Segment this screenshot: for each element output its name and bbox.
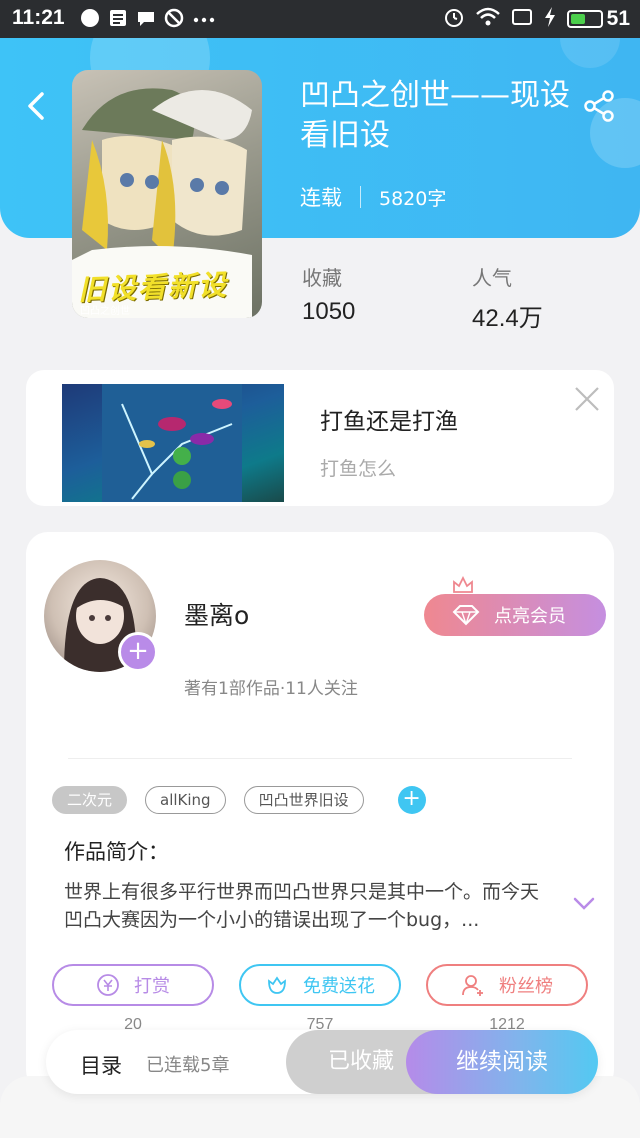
reward-label: 打赏	[134, 976, 170, 997]
screen-icon	[511, 6, 533, 32]
chat-bubble-icon	[80, 8, 100, 28]
divider	[68, 758, 572, 759]
ad-close-button[interactable]	[572, 384, 602, 414]
serial-chapters: 已连载5章	[146, 1055, 230, 1076]
tag-item[interactable]: allKing	[145, 786, 226, 814]
reward-button[interactable]: 打赏	[52, 964, 214, 1006]
status-bar: 11:21 51	[0, 0, 640, 38]
battery-indicator: 51	[566, 7, 630, 31]
send-flower-label: 免费送花	[303, 976, 375, 997]
word-count: 5820字	[379, 187, 447, 210]
intro-text[interactable]: 世界上有很多平行世界而凹凸世界只是其中一个。而今天凹凸大赛因为一个小小的错误出现…	[64, 878, 554, 934]
tag-list: 二次元 allKing 凹凸世界旧设 +	[52, 786, 426, 814]
crown-icon	[453, 576, 473, 593]
bottom-action-bar: 目录 已连载5章 已收藏 继续阅读	[46, 1030, 598, 1094]
ad-image	[62, 384, 284, 502]
cover-subcaption: 凹凸之创世	[80, 306, 130, 317]
ad-card[interactable]: 打鱼还是打渔 打鱼怎么	[26, 370, 614, 506]
status-time: 11:21	[12, 6, 65, 29]
chevron-down-icon[interactable]	[572, 896, 596, 912]
back-button[interactable]	[20, 88, 56, 124]
favorites-value: 1050	[302, 298, 356, 325]
fish-game-illustration	[102, 384, 242, 502]
ad-title: 打鱼还是打渔	[320, 409, 458, 435]
toc-button[interactable]: 目录	[80, 1050, 122, 1080]
follow-button[interactable]: +	[118, 632, 158, 672]
fans-icon	[462, 975, 483, 996]
tag-item[interactable]: 二次元	[52, 786, 128, 814]
share-button[interactable]	[582, 88, 618, 124]
vip-button-label: 点亮会员	[494, 606, 566, 627]
author-name[interactable]: 墨离o	[184, 596, 249, 632]
dnd-icon	[164, 8, 184, 28]
list-icon	[108, 8, 128, 28]
share-icon	[584, 90, 614, 122]
vip-button[interactable]: 点亮会员	[424, 594, 606, 636]
close-icon	[575, 387, 599, 411]
system-icons: 51	[443, 6, 630, 32]
battery-level: 51	[606, 7, 630, 30]
ad-subtitle: 打鱼怎么	[320, 458, 397, 480]
chevron-left-icon	[28, 92, 44, 120]
fans-rank-label: 粉丝榜	[499, 976, 553, 997]
book-meta: 连载 5820字	[300, 182, 446, 212]
popularity-value: 42.4万	[472, 305, 543, 332]
alarm-icon	[443, 6, 465, 32]
message-icon	[136, 8, 156, 28]
favorites-label: 收藏	[302, 266, 342, 290]
popularity-label: 人气	[472, 266, 512, 290]
charging-icon	[543, 6, 557, 32]
send-flower-button[interactable]: 免费送花	[239, 964, 401, 1006]
more-dots-icon	[192, 8, 215, 28]
book-cover[interactable]: 旧设看新设 凹凸之创世	[72, 70, 262, 318]
fans-rank-button[interactable]: 粉丝榜	[426, 964, 588, 1006]
author-card: + 墨离o 著有1部作品·11人关注 点亮会员 二次元 allKing 凹凸世界…	[26, 532, 614, 1092]
tag-item[interactable]: 凹凸世界旧设	[243, 786, 364, 814]
add-tag-button[interactable]: +	[397, 786, 426, 814]
intro-heading: 作品简介：	[64, 840, 169, 864]
author-meta: 著有1部作品·11人关注	[184, 679, 358, 699]
flower-icon	[268, 976, 286, 994]
diamond-icon	[452, 605, 480, 626]
wifi-icon	[475, 6, 501, 32]
meta-divider	[360, 186, 361, 208]
serial-status: 连载	[300, 186, 342, 210]
battery-icon	[566, 10, 603, 28]
notification-icons	[80, 8, 215, 28]
continue-reading-button[interactable]: 继续阅读	[406, 1030, 598, 1094]
coin-icon	[97, 974, 119, 996]
book-title: 凹凸之创世——现设看旧设	[300, 78, 570, 153]
